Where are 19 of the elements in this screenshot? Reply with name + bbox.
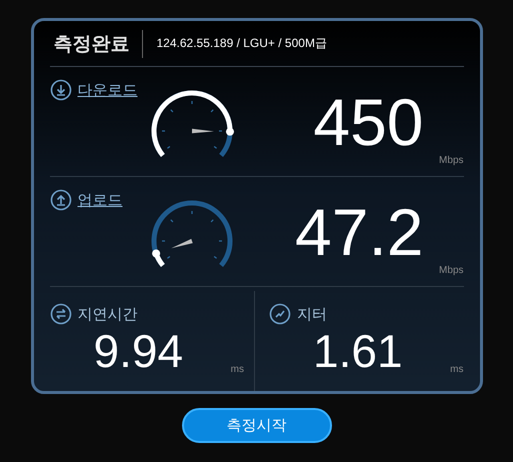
unit-label: Mbps <box>439 265 464 276</box>
stat-value: 9.94 <box>94 327 184 375</box>
stat-value: 1.61 <box>313 327 403 375</box>
stat-label: 지터 <box>297 304 327 324</box>
stat-label: 지연시간 <box>78 304 138 324</box>
speed-value: 450 <box>313 89 424 155</box>
unit-label: Mbps <box>439 155 464 166</box>
speed-label[interactable]: 업로드 <box>78 190 122 210</box>
unit-label: ms <box>450 364 464 375</box>
speed-label[interactable]: 다운로드 <box>78 80 138 100</box>
upload-icon <box>50 189 72 211</box>
start-button[interactable]: 측정시작 <box>182 408 332 443</box>
wave-icon <box>269 303 291 325</box>
connection-info: 124.62.55.189 / LGU+ / 500M급 <box>156 35 327 52</box>
speed-value: 47.2 <box>295 199 424 265</box>
unit-label: ms <box>230 364 244 375</box>
status-title: 측정완료 <box>50 30 142 58</box>
download-icon <box>50 79 72 101</box>
swap-arrows-icon <box>50 303 72 325</box>
